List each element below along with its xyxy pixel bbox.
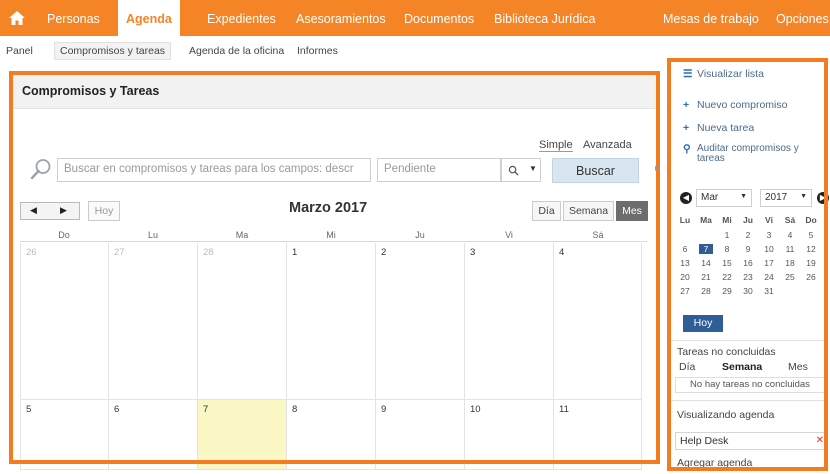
tab-expedientes[interactable]: Expedientes	[207, 0, 276, 36]
tab-personas[interactable]: Personas	[47, 0, 100, 36]
tab-documentos[interactable]: Documentos	[404, 0, 474, 36]
tab-biblioteca-juridica[interactable]: Biblioteca Jurídica	[494, 0, 595, 36]
tab-opciones[interactable]: Opciones	[776, 0, 829, 36]
collapse-arrow-icon[interactable]: ▸	[655, 163, 665, 177]
subnav-panel[interactable]: Panel	[6, 45, 33, 57]
tab-asesoramientos[interactable]: Asesoramientos	[296, 0, 386, 36]
subnav-agenda-oficina[interactable]: Agenda de la oficina	[189, 45, 284, 57]
highlight-frame-sidebar	[667, 58, 828, 471]
subnav-compromisos-y-tareas[interactable]: Compromisos y tareas	[54, 42, 172, 60]
home-icon[interactable]	[8, 10, 26, 26]
tab-agenda[interactable]: Agenda	[118, 0, 180, 36]
subnav-informes[interactable]: Informes	[297, 45, 338, 57]
highlight-frame-main	[9, 71, 660, 464]
tab-mesas-de-trabajo[interactable]: Mesas de trabajo	[663, 0, 759, 36]
sub-navigation: Panel Compromisos y tareas Agenda de la …	[0, 36, 660, 64]
top-navigation-bar: Personas Agenda Expedientes Asesoramient…	[0, 0, 830, 36]
